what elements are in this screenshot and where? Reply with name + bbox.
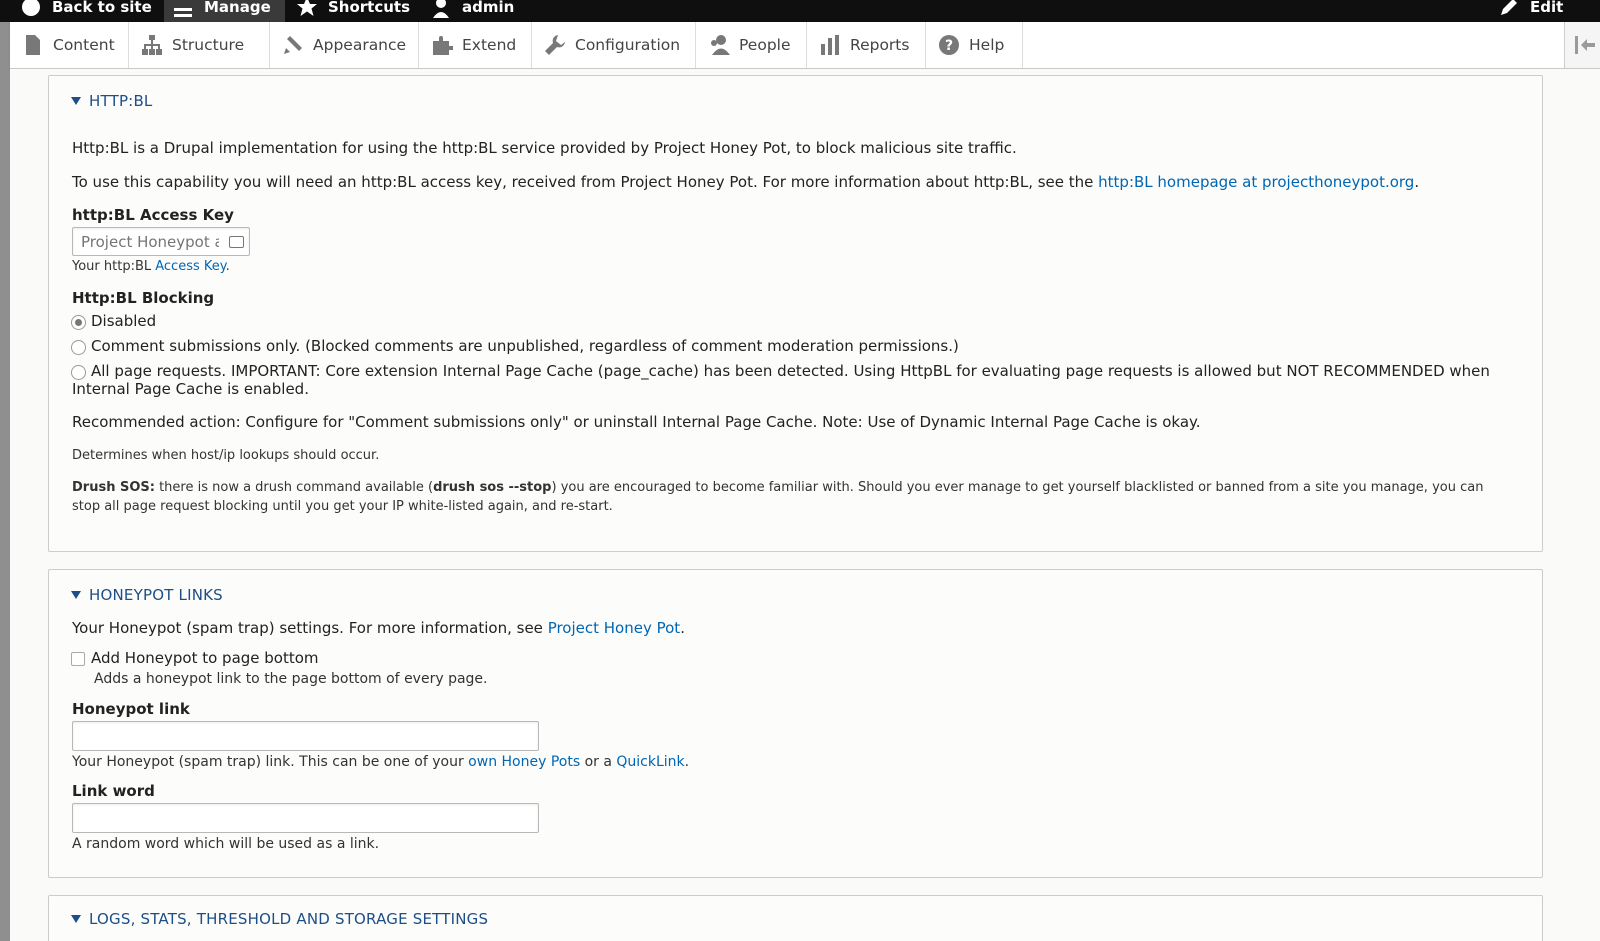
honeypot-intro: Your Honeypot (spam trap) settings. For … xyxy=(72,619,685,637)
link-word-label: Link word xyxy=(72,782,155,800)
own-honey-pots-link[interactable]: own Honey Pots xyxy=(468,754,580,770)
pencil-icon xyxy=(1501,0,1517,15)
user-tab[interactable]: admin xyxy=(430,0,514,22)
httpbl-homepage-link[interactable]: http:BL homepage at projecthoneypot.org xyxy=(1098,173,1414,191)
radio-comments-only[interactable] xyxy=(71,340,86,355)
tray-item-configuration[interactable]: Configuration xyxy=(532,22,696,68)
access-key-description: Your http:BL Access Key. xyxy=(72,259,230,274)
access-key-label: http:BL Access Key xyxy=(72,206,234,224)
svg-text:?: ? xyxy=(945,38,953,54)
back-arrow-icon xyxy=(22,0,40,16)
collapse-left-icon xyxy=(1575,36,1595,54)
determines-description: Determines when host/ip lookups should o… xyxy=(72,448,380,463)
logs-legend[interactable]: LOGS, STATS, THRESHOLD AND STORAGE SETTI… xyxy=(71,910,488,928)
httpbl-legend[interactable]: HTTP:BL xyxy=(71,92,153,110)
tray-item-people[interactable]: People xyxy=(696,22,807,68)
tray-item-extend[interactable]: Extend xyxy=(419,22,532,68)
add-honeypot-label: Add Honeypot to page bottom xyxy=(91,649,319,667)
sitemap-icon xyxy=(142,35,162,55)
expanded-triangle-icon xyxy=(71,591,81,599)
radio-disabled-label: Disabled xyxy=(91,312,157,330)
menu-icon xyxy=(174,8,192,17)
manage-tab[interactable]: Manage xyxy=(164,0,285,22)
honeypot-link-description: Your Honeypot (spam trap) link. This can… xyxy=(72,754,690,770)
browser-content: Content Structure Appearance Extend Conf… xyxy=(10,22,1600,941)
back-to-site-link[interactable]: Back to site xyxy=(20,0,152,22)
tray-item-content[interactable]: Content xyxy=(10,22,129,68)
tray-orientation-toggle[interactable] xyxy=(1564,22,1600,68)
tray-item-appearance[interactable]: Appearance xyxy=(270,22,419,68)
file-icon xyxy=(26,35,40,55)
link-word-description: A random word which will be used as a li… xyxy=(72,836,380,852)
access-key-input[interactable] xyxy=(72,227,250,256)
shortcuts-tab[interactable]: Shortcuts xyxy=(296,0,410,22)
add-honeypot-description: Adds a honeypot link to the page bottom … xyxy=(94,671,488,687)
access-key-link[interactable]: Access Key xyxy=(155,259,225,274)
expanded-triangle-icon xyxy=(71,915,81,923)
project-honey-pot-link[interactable]: Project Honey Pot xyxy=(548,619,681,637)
expanded-triangle-icon xyxy=(71,97,81,105)
people-icon xyxy=(711,35,730,55)
link-word-input[interactable] xyxy=(72,803,539,833)
httpbl-usage: To use this capability you will need an … xyxy=(72,173,1420,191)
drush-sos-description: Drush SOS: there is now a drush command … xyxy=(72,480,1484,514)
add-honeypot-checkbox[interactable] xyxy=(71,652,85,666)
admin-toolbar: Back to site Manage Shortcuts admin Edit xyxy=(0,0,1600,22)
bar-chart-icon xyxy=(821,35,839,55)
httpbl-fieldset: HTTP:BL Http:BL is a Drupal implementati… xyxy=(48,75,1543,552)
edit-tab[interactable]: Edit xyxy=(1498,0,1563,22)
puzzle-icon xyxy=(433,36,453,55)
admin-tray: Content Structure Appearance Extend Conf… xyxy=(10,22,1600,69)
radio-all-pages-label: All page requests. IMPORTANT: Core exten… xyxy=(72,362,1490,398)
tray-item-structure[interactable]: Structure xyxy=(129,22,270,68)
logs-fieldset: LOGS, STATS, THRESHOLD AND STORAGE SETTI… xyxy=(48,895,1543,941)
help-icon: ? xyxy=(939,35,959,55)
blocking-label: Http:BL Blocking xyxy=(72,289,215,307)
paintbrush-icon xyxy=(284,36,302,54)
wrench-icon xyxy=(545,35,565,55)
httpbl-intro: Http:BL is a Drupal implementation for u… xyxy=(72,139,1017,157)
honeypot-fieldset: HONEYPOT LINKS Your Honeypot (spam trap)… xyxy=(48,569,1543,878)
recommended-action: Recommended action: Configure for "Comme… xyxy=(72,413,1201,431)
radio-disabled[interactable] xyxy=(71,315,86,330)
config-page: HTTP:BL Http:BL is a Drupal implementati… xyxy=(10,69,1600,941)
tray-item-reports[interactable]: Reports xyxy=(807,22,926,68)
quicklink-link[interactable]: QuickLink xyxy=(616,754,684,770)
tray-item-help[interactable]: ? Help xyxy=(926,22,1023,68)
star-icon xyxy=(297,0,317,16)
password-manager-icon[interactable] xyxy=(229,236,244,248)
honeypot-link-input[interactable] xyxy=(72,721,539,751)
user-icon xyxy=(433,0,449,18)
honeypot-legend[interactable]: HONEYPOT LINKS xyxy=(71,586,223,604)
honeypot-link-label: Honeypot link xyxy=(72,700,190,718)
radio-comments-only-label: Comment submissions only. (Blocked comme… xyxy=(91,337,959,355)
